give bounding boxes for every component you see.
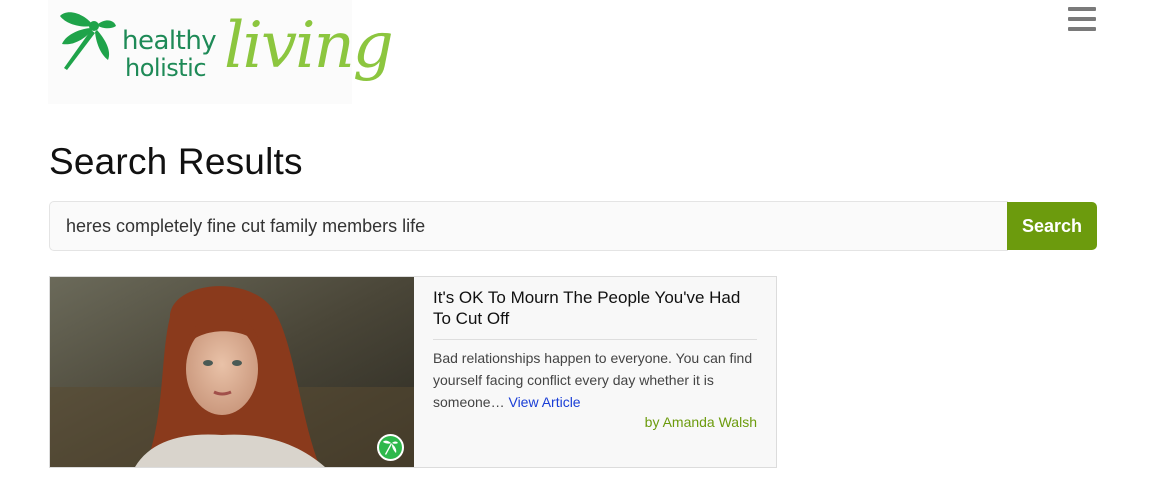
article-image[interactable] — [50, 277, 414, 467]
result-author[interactable]: by Amanda Walsh — [433, 414, 757, 430]
search-button[interactable]: Search — [1007, 202, 1097, 250]
view-article-link[interactable]: View Article — [508, 394, 580, 410]
search-input[interactable] — [49, 201, 1008, 251]
result-excerpt-text: Bad relationships happen to everyone. Yo… — [433, 350, 753, 410]
logo-word-healthy: healthy — [122, 26, 217, 56]
logo-word-holistic: holistic — [125, 54, 207, 82]
hamburger-bar — [1068, 7, 1096, 11]
site-logo[interactable]: healthy holistic living — [48, 0, 394, 104]
result-card[interactable]: It's OK To Mourn The People You've Had T… — [49, 276, 777, 468]
logo-word-living: living — [224, 9, 394, 83]
result-title[interactable]: It's OK To Mourn The People You've Had T… — [433, 287, 757, 340]
result-excerpt: Bad relationships happen to everyone. Yo… — [433, 347, 757, 413]
dragonfly-icon — [60, 12, 116, 70]
hamburger-menu-icon[interactable] — [1068, 7, 1096, 32]
result-body: It's OK To Mourn The People You've Had T… — [433, 287, 757, 430]
dragonfly-badge-icon — [377, 434, 404, 461]
page-title: Search Results — [49, 141, 303, 182]
hamburger-bar — [1068, 27, 1096, 31]
hamburger-bar — [1068, 17, 1096, 21]
article-photo — [50, 277, 414, 467]
